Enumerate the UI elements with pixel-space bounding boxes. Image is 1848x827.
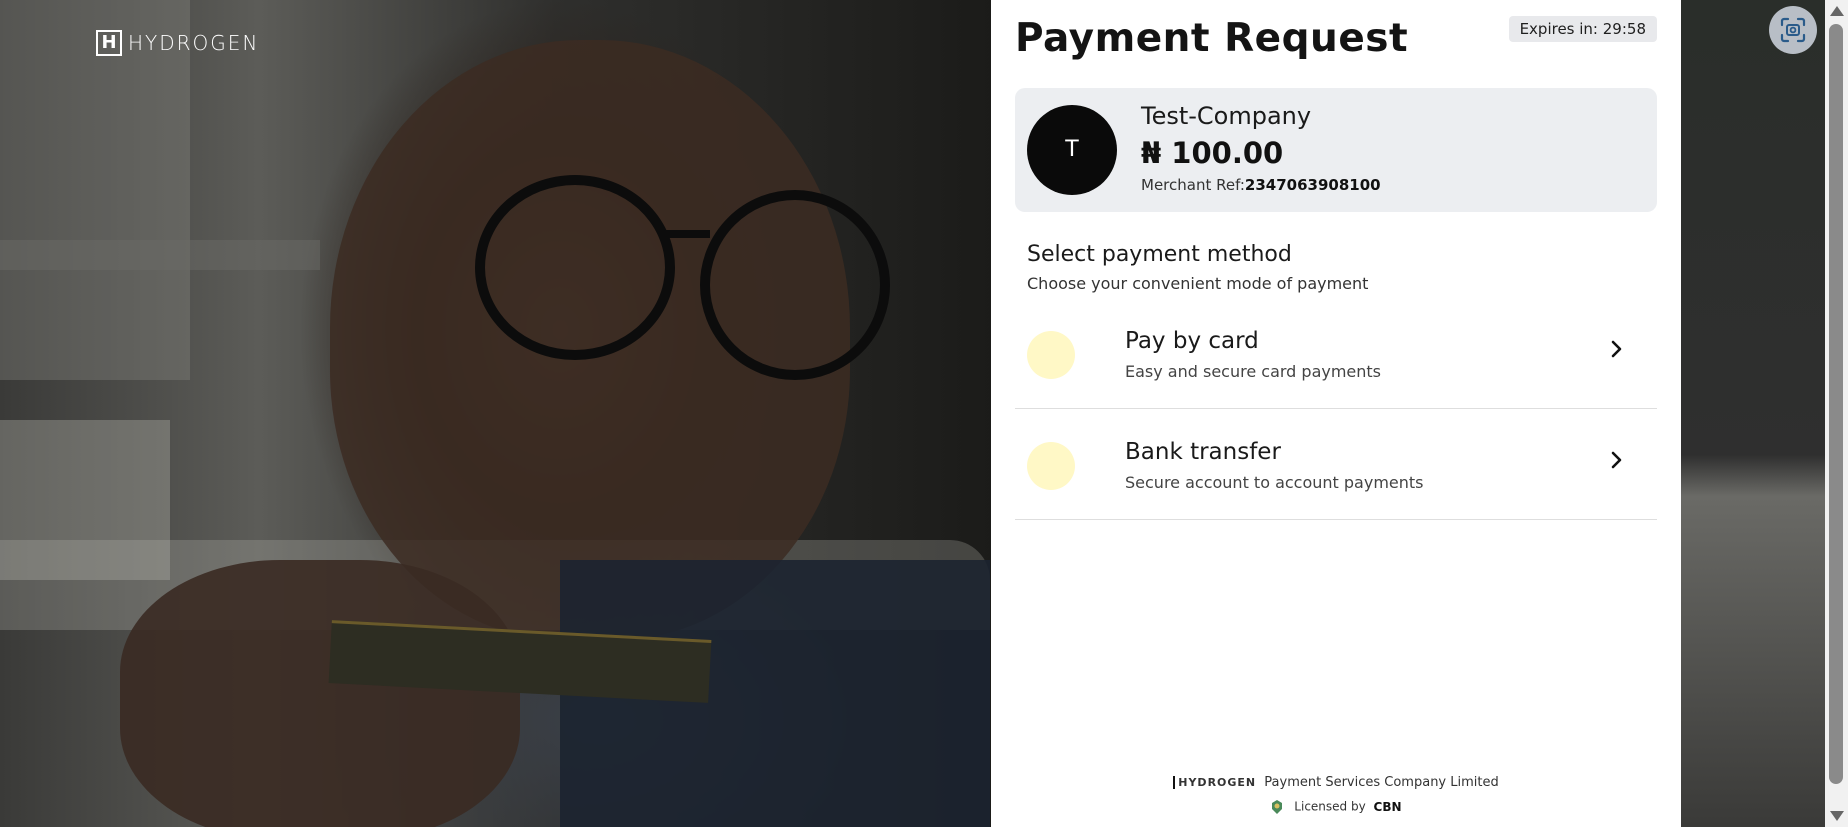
payment-method-heading: Select payment method: [1027, 242, 1292, 267]
currency-symbol: ₦: [1141, 136, 1162, 170]
expiry-time: 29:58: [1602, 20, 1646, 38]
footer-company: HYDROGEN Payment Services Company Limite…: [991, 775, 1681, 790]
option-title: Pay by card: [1125, 328, 1259, 354]
scroll-thumb[interactable]: [1829, 24, 1843, 784]
merchant-ref-label: Merchant Ref:: [1141, 176, 1245, 194]
bank-option-icon: [1027, 442, 1075, 490]
payment-method-subheading: Choose your convenient mode of payment: [1027, 274, 1369, 293]
payment-panel: Payment Request Expires in: 29:58 T Test…: [991, 0, 1681, 827]
pay-by-card-option[interactable]: Pay by card Easy and secure card payment…: [1015, 298, 1657, 409]
option-subtitle: Easy and secure card payments: [1125, 362, 1382, 381]
bank-transfer-option[interactable]: Bank transfer Secure account to account …: [1015, 409, 1657, 520]
card-option-icon: [1027, 331, 1075, 379]
footer-company-name: Payment Services Company Limited: [1264, 775, 1499, 790]
scroll-down-arrow[interactable]: [1830, 811, 1844, 821]
chevron-right-icon: [1611, 340, 1622, 358]
chevron-right-icon: [1611, 451, 1622, 469]
scrollbar[interactable]: [1825, 0, 1848, 827]
merchant-name: Test-Company: [1141, 102, 1312, 130]
licensed-label: Licensed by: [1294, 799, 1366, 814]
scroll-up-arrow[interactable]: [1830, 6, 1844, 16]
screenshot-icon: [1780, 17, 1806, 43]
avatar: T: [1027, 105, 1117, 195]
option-title: Bank transfer: [1125, 439, 1281, 465]
footer-logo: HYDROGEN: [1173, 776, 1257, 789]
expiry-label: Expires in:: [1519, 20, 1598, 38]
option-subtitle: Secure account to account payments: [1125, 473, 1424, 492]
screenshot-button[interactable]: [1769, 6, 1817, 54]
merchant-ref-value: 2347063908100: [1244, 176, 1381, 194]
expiry-badge: Expires in: 29:58: [1508, 16, 1657, 42]
amount-value: 100.00: [1171, 136, 1284, 170]
cbn-seal-icon: [1272, 800, 1283, 814]
payment-amount: ₦ 100.00: [1141, 136, 1283, 170]
licensor: CBN: [1373, 799, 1402, 814]
merchant-ref: Merchant Ref:2347063908100: [1141, 176, 1381, 194]
footer-license: Licensed by CBN: [991, 799, 1681, 815]
logo-text: HYDROGEN: [128, 31, 260, 55]
hydrogen-logo: H HYDROGEN: [96, 30, 259, 56]
logo-mark: H: [96, 30, 122, 56]
page-title: Payment Request: [1015, 16, 1409, 61]
merchant-card: T Test-Company ₦ 100.00 Merchant Ref:234…: [1015, 88, 1657, 212]
